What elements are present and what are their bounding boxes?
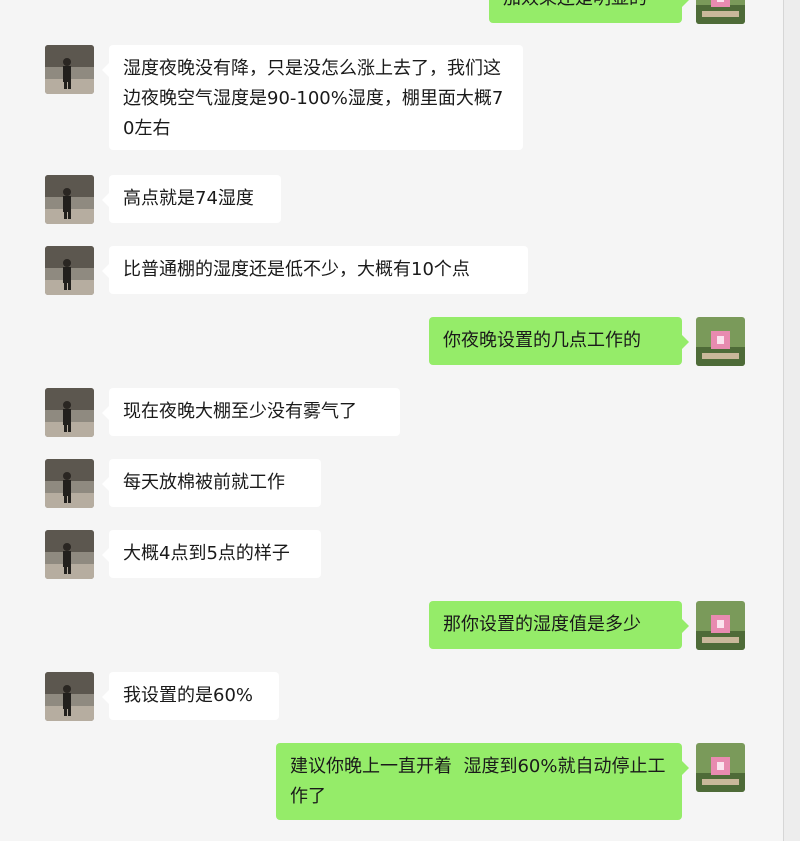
flower-cart-avatar[interactable]: [696, 743, 745, 792]
incoming-message-bubble[interactable]: 现在夜晚大棚至少没有雾气了: [102, 388, 400, 436]
person-walking-avatar[interactable]: [45, 672, 94, 721]
person-walking-avatar[interactable]: [45, 530, 94, 579]
incoming-message-bubble[interactable]: 湿度夜晚没有降，只是没怎么涨上去了，我们这边夜晚空气湿度是90-100%湿度，棚…: [102, 45, 523, 150]
incoming-message-bubble[interactable]: 比普通棚的湿度还是低不少，大概有10个点: [102, 246, 528, 294]
flower-cart-avatar[interactable]: [696, 601, 745, 650]
incoming-message-bubble[interactable]: 我设置的是60%: [102, 672, 279, 720]
person-walking-avatar[interactable]: [45, 388, 94, 437]
outgoing-message-bubble[interactable]: 你夜晚设置的几点工作的: [429, 317, 689, 365]
person-walking-avatar[interactable]: [45, 175, 94, 224]
flower-cart-avatar[interactable]: [696, 0, 745, 24]
person-walking-avatar[interactable]: [45, 45, 94, 94]
scrollbar-track[interactable]: [783, 0, 800, 841]
incoming-message-bubble[interactable]: 大概4点到5点的样子: [102, 530, 321, 578]
incoming-message-bubble[interactable]: 高点就是74湿度: [102, 175, 281, 223]
chat-message-list[interactable]: 加效果还是明显的 湿度夜晚没有降，只是没怎么涨上去了，我们这边夜晚空气湿度是90…: [0, 0, 783, 841]
outgoing-message-bubble[interactable]: 加效果还是明显的: [489, 0, 689, 23]
outgoing-message-bubble[interactable]: 那你设置的湿度值是多少: [429, 601, 689, 649]
outgoing-message-bubble[interactable]: 建议你晚上一直开着 湿度到60%就自动停止工作了: [276, 743, 689, 820]
incoming-message-bubble[interactable]: 每天放棉被前就工作: [102, 459, 321, 507]
person-walking-avatar[interactable]: [45, 459, 94, 508]
flower-cart-avatar[interactable]: [696, 317, 745, 366]
person-walking-avatar[interactable]: [45, 246, 94, 295]
